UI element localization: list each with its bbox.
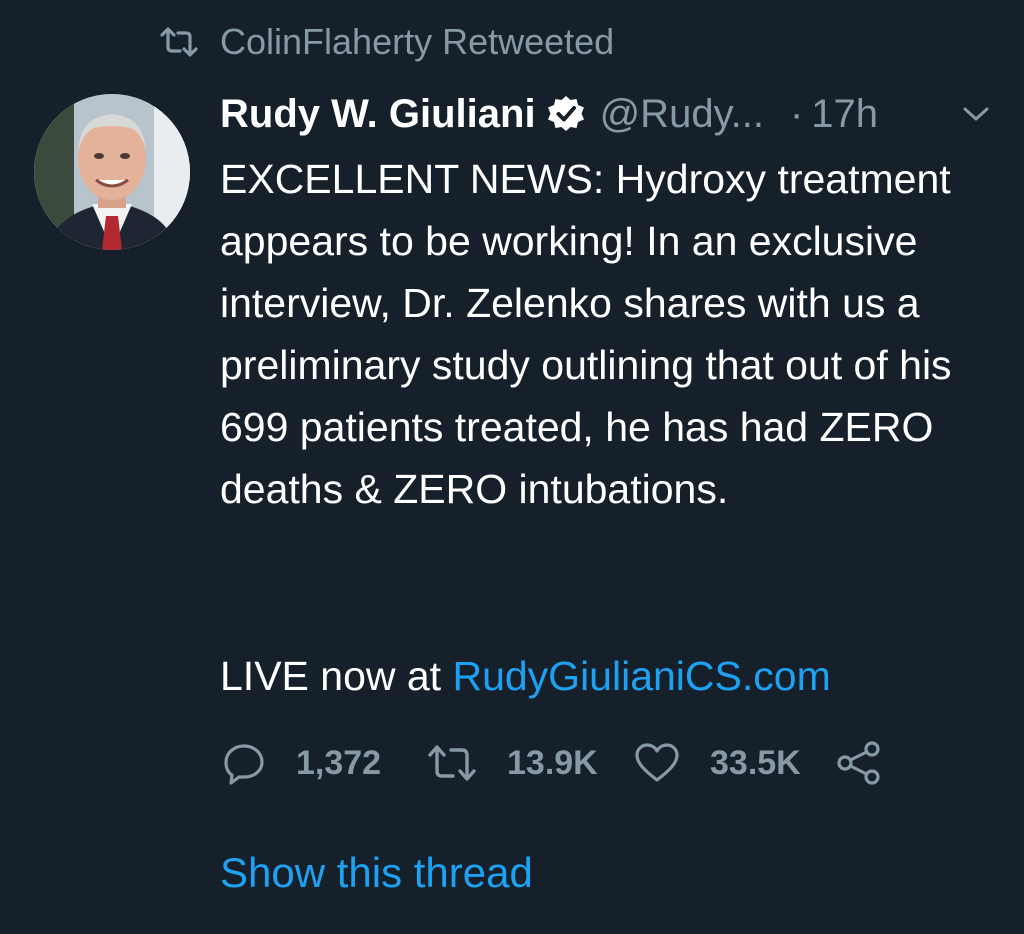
reply-icon xyxy=(222,741,266,785)
reply-button[interactable]: 1,372 xyxy=(222,741,427,785)
like-count: 33.5K xyxy=(710,743,801,782)
profile-photo xyxy=(34,94,190,250)
retweet-button[interactable]: 13.9K xyxy=(427,743,634,783)
chevron-down-icon[interactable] xyxy=(962,104,990,124)
timestamp[interactable]: 17h xyxy=(811,92,878,137)
share-button[interactable] xyxy=(836,740,882,786)
social-context-text: ColinFlaherty Retweeted xyxy=(220,21,615,62)
share-icon xyxy=(836,740,882,786)
retweet-icon xyxy=(427,743,477,783)
avatar[interactable] xyxy=(34,94,190,250)
handle[interactable]: @Rudy... xyxy=(600,92,764,137)
heart-icon xyxy=(634,742,680,784)
action-bar: 1,372 13.9K 33.5K xyxy=(222,736,882,790)
show-thread-link[interactable]: Show this thread xyxy=(220,846,533,900)
tweet-live-line: LIVE now at RudyGiulianiCS.com xyxy=(220,646,831,706)
tweet-header: Rudy W. Giuliani @Rudy... · 17h xyxy=(220,84,1010,144)
social-context[interactable]: ColinFlaherty Retweeted xyxy=(160,18,614,66)
like-button[interactable]: 33.5K xyxy=(634,742,836,784)
tweet-link[interactable]: RudyGiulianiCS.com xyxy=(452,653,830,699)
retweet-count: 13.9K xyxy=(507,743,598,782)
reply-count: 1,372 xyxy=(296,743,382,782)
verified-badge-icon xyxy=(546,94,586,134)
tweet-text: EXCELLENT NEWS: Hydroxy treatment appear… xyxy=(220,156,952,512)
live-prefix: LIVE now at xyxy=(220,653,453,699)
separator-dot: · xyxy=(789,91,804,136)
display-name[interactable]: Rudy W. Giuliani xyxy=(220,92,536,137)
retweet-icon xyxy=(160,27,198,57)
